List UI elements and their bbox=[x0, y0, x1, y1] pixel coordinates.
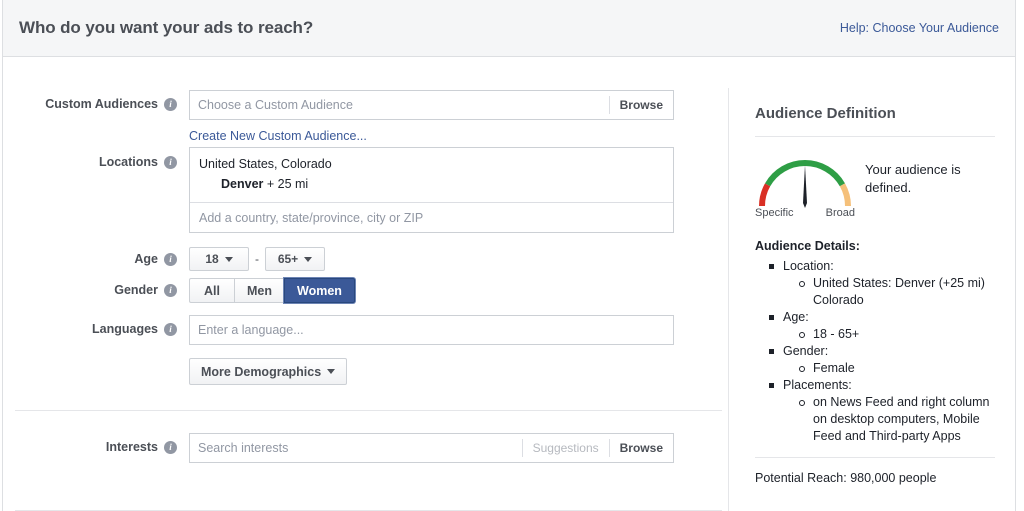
locations-label-text: Locations bbox=[98, 155, 158, 169]
locations-selected-list: United States, Colorado Denver + 25 mi bbox=[190, 148, 673, 202]
gauge-labels: Specific Broad bbox=[755, 207, 855, 219]
row-custom-audiences: Custom Audiences i Choose a Custom Audie… bbox=[3, 90, 674, 145]
interests-suggestions-button[interactable]: Suggestions bbox=[523, 441, 609, 455]
detail-value: Female bbox=[799, 360, 995, 377]
form-section-divider bbox=[15, 410, 722, 411]
gauge-arc-specific bbox=[759, 183, 771, 207]
detail-label-age: Age: bbox=[783, 310, 809, 324]
gauge-arc-broad bbox=[839, 183, 851, 207]
info-icon[interactable]: i bbox=[164, 441, 177, 454]
audience-definition-title: Audience Definition bbox=[755, 105, 896, 122]
interests-label: Interests i bbox=[3, 433, 189, 463]
editor-body: Custom Audiences i Choose a Custom Audie… bbox=[3, 57, 1015, 511]
audience-gauge: Specific Broad bbox=[755, 151, 855, 221]
location-country-state: United States, Colorado bbox=[199, 157, 332, 171]
age-max-value: 65+ bbox=[277, 252, 299, 266]
audience-status-message: Your audience is defined. bbox=[865, 162, 961, 195]
custom-audiences-label-text: Custom Audiences bbox=[45, 97, 158, 111]
info-icon[interactable]: i bbox=[164, 98, 177, 111]
age-label: Age i bbox=[3, 247, 189, 271]
languages-input[interactable]: Enter a language... bbox=[189, 315, 674, 345]
locations-box: United States, Colorado Denver + 25 mi A… bbox=[189, 147, 674, 233]
detail-item-placements: Placements: on News Feed and right colum… bbox=[769, 377, 995, 445]
location-city: Denver bbox=[221, 177, 264, 191]
audience-gauge-area: Specific Broad Your audience is defined. bbox=[755, 137, 995, 221]
custom-audiences-input[interactable]: Choose a Custom Audience Browse bbox=[189, 90, 674, 120]
help-link[interactable]: Help: Choose Your Audience bbox=[840, 21, 999, 35]
more-demographics-label: More Demographics bbox=[201, 364, 322, 379]
gauge-label-specific: Specific bbox=[755, 207, 794, 219]
detail-values-gender: Female bbox=[783, 360, 995, 377]
detail-value: on News Feed and right column on desktop… bbox=[799, 394, 995, 445]
age-min-dropdown[interactable]: 18 bbox=[189, 247, 249, 271]
targeting-form: Custom Audiences i Choose a Custom Audie… bbox=[3, 57, 728, 511]
locations-placeholder: Add a country, state/province, city or Z… bbox=[199, 210, 424, 225]
location-radius: + 25 mi bbox=[266, 177, 309, 191]
age-label-text: Age bbox=[134, 252, 158, 266]
gender-option-women[interactable]: Women bbox=[284, 278, 355, 303]
detail-label-location: Location: bbox=[783, 259, 834, 273]
languages-placeholder: Enter a language... bbox=[198, 323, 304, 337]
chevron-down-icon bbox=[224, 256, 233, 262]
audience-definition-panel: Audience Definition Specific Broad Your … bbox=[729, 57, 1015, 511]
chevron-down-icon bbox=[327, 369, 336, 374]
age-max-dropdown[interactable]: 65+ bbox=[265, 247, 325, 271]
detail-item-gender: Gender: Female bbox=[769, 343, 995, 377]
gender-segmented-control: All Men Women bbox=[189, 278, 355, 303]
gauge-needle bbox=[803, 165, 807, 208]
custom-audiences-label: Custom Audiences i bbox=[3, 90, 189, 145]
potential-reach-text: Potential Reach: 980,000 people bbox=[755, 471, 937, 485]
custom-audiences-browse-button[interactable]: Browse bbox=[610, 98, 673, 112]
audience-details-list: Location: United States: Denver (+25 mi)… bbox=[755, 258, 995, 445]
detail-item-location: Location: United States: Denver (+25 mi)… bbox=[769, 258, 995, 309]
interests-input[interactable]: Search interests Suggestions Browse bbox=[189, 433, 674, 463]
info-icon[interactable]: i bbox=[164, 253, 177, 266]
age-range-separator: - bbox=[255, 252, 259, 266]
gender-label: Gender i bbox=[3, 278, 189, 303]
gauge-label-broad: Broad bbox=[825, 207, 855, 219]
frame-right-border bbox=[1015, 0, 1016, 511]
page-header: Who do you want your ads to reach? Help:… bbox=[3, 0, 1015, 57]
gauge-svg bbox=[759, 160, 851, 208]
more-demographics-button[interactable]: More Demographics bbox=[189, 358, 348, 385]
gender-option-men[interactable]: Men bbox=[234, 278, 284, 303]
languages-label-text: Languages bbox=[92, 322, 158, 336]
chevron-down-icon bbox=[304, 256, 313, 262]
detail-values-placements: on News Feed and right column on desktop… bbox=[783, 394, 995, 445]
ads-audience-editor: Who do you want your ads to reach? Help:… bbox=[0, 0, 1024, 511]
row-age: Age i 18 - 65+ bbox=[3, 247, 325, 271]
row-interests: Interests i Search interests Suggestions… bbox=[3, 433, 674, 463]
info-icon[interactable]: i bbox=[164, 323, 177, 336]
interests-label-text: Interests bbox=[105, 440, 158, 454]
custom-audiences-placeholder: Choose a Custom Audience bbox=[198, 98, 353, 112]
languages-label: Languages i bbox=[3, 315, 189, 345]
detail-values-age: 18 - 65+ bbox=[783, 326, 995, 343]
row-gender: Gender i All Men Women bbox=[3, 278, 355, 303]
row-locations: Locations i United States, Colorado Denv… bbox=[3, 147, 674, 233]
detail-value: United States: Denver (+25 mi) Colorado bbox=[799, 275, 995, 309]
age-min-value: 18 bbox=[205, 252, 219, 266]
row-languages: Languages i Enter a language... bbox=[3, 315, 674, 345]
create-custom-audience-link[interactable]: Create New Custom Audience... bbox=[189, 129, 367, 143]
info-icon[interactable]: i bbox=[164, 156, 177, 169]
interests-placeholder: Search interests bbox=[198, 441, 289, 455]
detail-value: 18 - 65+ bbox=[799, 326, 995, 343]
detail-item-age: Age: 18 - 65+ bbox=[769, 309, 995, 343]
info-icon[interactable]: i bbox=[164, 284, 177, 297]
locations-label: Locations i bbox=[3, 147, 189, 233]
detail-values-location: United States: Denver (+25 mi) Colorado bbox=[783, 275, 995, 309]
interests-browse-button[interactable]: Browse bbox=[610, 441, 673, 455]
gender-option-all[interactable]: All bbox=[189, 278, 234, 303]
detail-label-gender: Gender: bbox=[783, 344, 829, 358]
audience-details-title: Audience Details: bbox=[755, 239, 860, 253]
page-title: Who do you want your ads to reach? bbox=[19, 18, 314, 37]
detail-label-placements: Placements: bbox=[783, 378, 852, 392]
row-more-demographics: More Demographics bbox=[189, 358, 348, 385]
location-city-row[interactable]: Denver + 25 mi bbox=[199, 174, 664, 194]
gender-label-text: Gender bbox=[114, 283, 158, 297]
locations-input[interactable]: Add a country, state/province, city or Z… bbox=[190, 202, 673, 232]
